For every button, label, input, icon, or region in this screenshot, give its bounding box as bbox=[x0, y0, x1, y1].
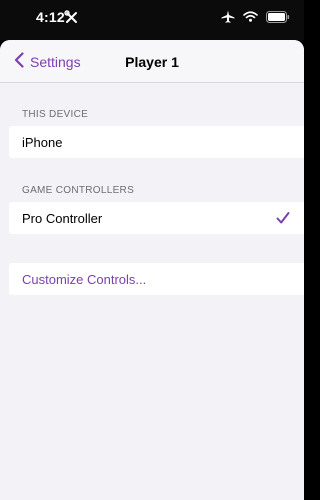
section-header-this-device: THIS DEVICE bbox=[22, 109, 89, 120]
list-item-pro-controller[interactable]: Pro Controller bbox=[9, 202, 304, 234]
navigation-bar: Settings Player 1 bbox=[0, 40, 304, 83]
airplane-icon bbox=[221, 10, 235, 23]
status-icons bbox=[221, 10, 290, 23]
list-item-label: Pro Controller bbox=[22, 210, 103, 226]
list-item-label: iPhone bbox=[22, 134, 63, 150]
customize-controls-button[interactable]: Customize Controls... bbox=[9, 263, 304, 295]
checkmark-icon bbox=[276, 211, 290, 228]
page-title: Player 1 bbox=[125, 54, 179, 70]
wifi-icon bbox=[243, 11, 258, 22]
tools-icon bbox=[64, 10, 79, 25]
status-time: 4:12 bbox=[36, 9, 65, 25]
customize-controls-label: Customize Controls... bbox=[22, 271, 147, 287]
battery-icon bbox=[266, 10, 290, 23]
settings-sheet: Settings Player 1 THIS DEVICE iPhone GAM… bbox=[0, 40, 304, 500]
list-item-iphone[interactable]: iPhone bbox=[9, 126, 304, 158]
status-bar: 4:12 bbox=[0, 0, 304, 40]
section-header-game-controllers: GAME CONTROLLERS bbox=[22, 185, 135, 196]
